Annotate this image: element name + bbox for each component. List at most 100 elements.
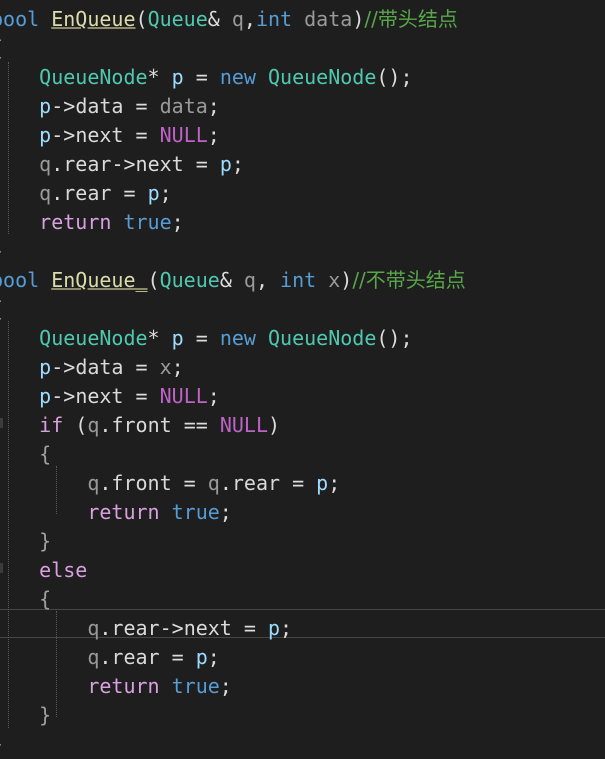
- punctuation-token: [0, 645, 87, 669]
- code-line[interactable]: }: [0, 237, 605, 266]
- keyword-token: new: [219, 65, 256, 89]
- code-line[interactable]: q.rear->next = p;: [0, 614, 605, 643]
- punctuation-token: [0, 152, 39, 176]
- punctuation-token: [0, 500, 87, 524]
- parameter-token: q: [87, 616, 100, 640]
- macro-token: NULL: [219, 413, 269, 437]
- punctuation-token: [0, 181, 39, 205]
- punctuation-token: [160, 674, 172, 698]
- code-line[interactable]: return true;: [0, 672, 605, 701]
- punctuation-token: .: [99, 471, 112, 495]
- punctuation-token: [292, 7, 304, 31]
- punctuation-token: [39, 7, 51, 31]
- punctuation-token: ;: [207, 384, 220, 408]
- parameter-token: q: [39, 152, 52, 176]
- punctuation-token: ,: [243, 7, 256, 31]
- variable-token: p: [39, 384, 52, 408]
- punctuation-token: ): [268, 413, 281, 437]
- code-line[interactable]: p->data = data;: [0, 92, 605, 121]
- punctuation-token: [0, 384, 39, 408]
- member-token: front: [111, 471, 172, 495]
- punctuation-token: [0, 210, 39, 234]
- punctuation-token: =: [159, 645, 196, 669]
- punctuation-token: [111, 210, 123, 234]
- code-line[interactable]: {: [0, 295, 605, 324]
- code-line[interactable]: else: [0, 556, 605, 585]
- code-line-content: else: [0, 556, 87, 585]
- code-line-content: q.rear = p;: [0, 179, 171, 208]
- punctuation-token: [256, 326, 268, 350]
- control-keyword-token: else: [39, 558, 88, 582]
- code-line-content: bool EnQueue_(Queue& q, int x)//不带头结点: [0, 266, 466, 295]
- code-line[interactable]: q.front = q.rear = p;: [0, 469, 605, 498]
- brace-token: {: [0, 36, 3, 60]
- code-line[interactable]: {: [0, 440, 605, 469]
- punctuation-token: *: [147, 65, 172, 89]
- macro-token: NULL: [159, 123, 208, 147]
- punctuation-token: .: [99, 413, 112, 437]
- punctuation-token: ;: [207, 123, 220, 147]
- brace-token: }: [0, 239, 3, 263]
- code-line[interactable]: }: [0, 527, 605, 556]
- punctuation-token: [0, 442, 39, 466]
- code-line[interactable]: QueueNode* p = new QueueNode();: [0, 63, 605, 92]
- punctuation-token: [0, 471, 87, 495]
- variable-token: p: [171, 326, 184, 350]
- code-line[interactable]: if (q.front == NULL): [0, 411, 605, 440]
- code-line[interactable]: {: [0, 585, 605, 614]
- punctuation-token: (: [147, 268, 160, 292]
- punctuation-token: &: [207, 7, 232, 31]
- code-line-content: {: [0, 295, 3, 324]
- control-keyword-token: return: [39, 210, 112, 234]
- variable-token: p: [39, 94, 52, 118]
- punctuation-token: ->: [51, 355, 76, 379]
- punctuation-token: [0, 94, 39, 118]
- code-line[interactable]: p->next = NULL;: [0, 382, 605, 411]
- code-line[interactable]: q.rear = p;: [0, 643, 605, 672]
- code-line[interactable]: p->next = NULL;: [0, 121, 605, 150]
- code-line[interactable]: return true;: [0, 208, 605, 237]
- control-keyword-token: return: [87, 500, 160, 524]
- code-line-content: return true;: [0, 498, 232, 527]
- code-line[interactable]: bool EnQueue(Queue& q,int data)//带头结点: [0, 5, 605, 34]
- code-line-content: }: [0, 237, 3, 266]
- code-line[interactable]: p->data = x;: [0, 353, 605, 382]
- punctuation-token: ;: [231, 152, 244, 176]
- code-line-content: q.rear->next = p;: [0, 150, 244, 179]
- parameter-token: data: [304, 7, 353, 31]
- code-line[interactable]: }: [0, 730, 605, 759]
- keyword-token: new: [219, 326, 256, 350]
- punctuation-token: ->: [111, 152, 136, 176]
- parameter-token: q: [87, 471, 100, 495]
- punctuation-token: =: [123, 384, 160, 408]
- keyword-token: true: [123, 210, 172, 234]
- punctuation-token: =: [123, 94, 160, 118]
- code-editor[interactable]: bool EnQueue(Queue& q,int data)//带头结点{ Q…: [0, 0, 605, 756]
- variable-token: p: [39, 355, 52, 379]
- punctuation-token: ;: [280, 616, 293, 640]
- variable-token: p: [267, 616, 281, 640]
- code-line-content: QueueNode* p = new QueueNode();: [0, 63, 412, 92]
- punctuation-token: ): [352, 7, 365, 31]
- code-line-content: }: [0, 730, 3, 759]
- punctuation-token: .: [51, 152, 64, 176]
- punctuation-token: [0, 326, 39, 350]
- code-line-content: p->data = data;: [0, 92, 220, 121]
- code-line[interactable]: {: [0, 34, 605, 63]
- type-token: QueueNode: [267, 326, 377, 350]
- variable-token: p: [316, 471, 329, 495]
- code-line[interactable]: QueueNode* p = new QueueNode();: [0, 324, 605, 353]
- code-line[interactable]: }: [0, 701, 605, 730]
- code-line[interactable]: q.rear = p;: [0, 179, 605, 208]
- punctuation-token: [256, 65, 268, 89]
- punctuation-token: [39, 268, 51, 292]
- code-line[interactable]: bool EnQueue_(Queue& q, int x)//不带头结点: [0, 266, 605, 295]
- member-token: rear: [63, 181, 112, 205]
- parameter-token: data: [159, 94, 208, 118]
- code-line[interactable]: q.rear->next = p;: [0, 150, 605, 179]
- parameter-token: q: [39, 181, 52, 205]
- punctuation-token: ,: [255, 268, 281, 292]
- code-line[interactable]: return true;: [0, 498, 605, 527]
- code-line-content: q.front = q.rear = p;: [0, 469, 340, 498]
- punctuation-token: .: [219, 471, 232, 495]
